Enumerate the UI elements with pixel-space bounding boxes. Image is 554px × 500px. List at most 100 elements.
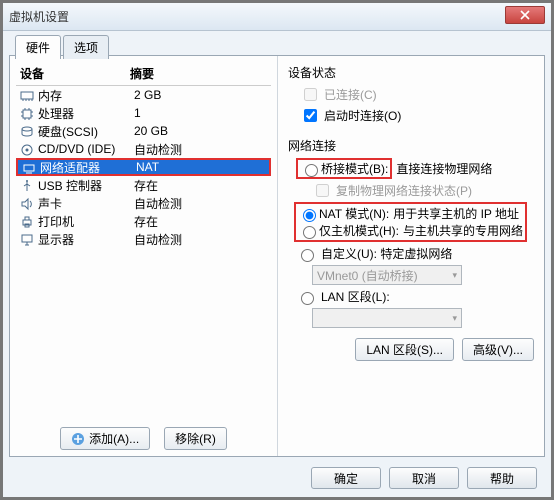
cd-icon <box>20 143 34 155</box>
close-icon <box>520 10 530 20</box>
settings-window: 虚拟机设置 硬件 选项 设备 摘要 内存2 GB处理器1硬盘(SCSI)20 G… <box>0 0 554 500</box>
device-buttons: 添加(A)... 移除(R) <box>16 421 271 450</box>
nat-label: NAT 模式(N): <box>319 205 389 222</box>
memory-icon <box>20 89 34 101</box>
network-group: 网络连接 桥接模式(B): 直接连接物理网络 复制物理网络连接状态(P) <box>288 137 534 361</box>
device-name: 内存 <box>38 87 134 104</box>
ok-button[interactable]: 确定 <box>311 467 381 489</box>
tab-options[interactable]: 选项 <box>63 35 109 59</box>
nat-row[interactable]: NAT 模式(N): 用于共享主机的 IP 地址 <box>298 205 523 222</box>
hostonly-radio[interactable] <box>303 226 316 239</box>
add-button[interactable]: 添加(A)... <box>60 427 150 450</box>
printer-icon <box>20 215 34 227</box>
advanced-button[interactable]: 高级(V)... <box>462 338 534 361</box>
device-summary: NAT <box>136 160 265 174</box>
device-name: USB 控制器 <box>38 177 134 194</box>
custom-label: 自定义(U): 特定虚拟网络 <box>321 245 452 262</box>
add-icon <box>71 432 85 446</box>
device-row[interactable]: 网络适配器NAT <box>16 158 271 176</box>
hostonly-label: 仅主机模式(H): <box>319 222 399 239</box>
advanced-label: 高级(V)... <box>473 341 523 358</box>
device-row[interactable]: CD/DVD (IDE)自动检测 <box>16 140 271 158</box>
device-name: 声卡 <box>38 195 134 212</box>
device-state-label: 设备状态 <box>288 64 534 81</box>
net-icon <box>22 161 36 173</box>
poweron-label: 启动时连接(O) <box>324 107 401 124</box>
device-summary: 1 <box>134 106 267 120</box>
right-buttons: LAN 区段(S)... 高级(V)... <box>288 338 534 361</box>
bridged-highlight: 桥接模式(B): <box>296 158 392 179</box>
device-state-group: 设备状态 已连接(C) 启动时连接(O) <box>288 64 534 125</box>
device-row[interactable]: 内存2 GB <box>16 86 271 104</box>
device-row[interactable]: 硬盘(SCSI)20 GB <box>16 122 271 140</box>
usb-icon <box>20 179 34 191</box>
col-device: 设备 <box>20 65 130 82</box>
replicate-input <box>316 184 329 197</box>
disk-icon <box>20 125 34 137</box>
device-summary: 自动检测 <box>134 231 267 248</box>
lan-segments-button[interactable]: LAN 区段(S)... <box>355 338 454 361</box>
custom-value: VMnet0 (自动桥接) <box>317 267 418 284</box>
device-name: 显示器 <box>38 231 134 248</box>
poweron-checkbox[interactable]: 启动时连接(O) <box>300 106 534 125</box>
tabs: 硬件 选项 <box>15 35 111 59</box>
window-title: 虚拟机设置 <box>9 8 69 25</box>
help-button[interactable]: 帮助 <box>467 467 537 489</box>
device-name: 硬盘(SCSI) <box>38 123 134 140</box>
cancel-label: 取消 <box>412 470 436 487</box>
custom-combo: VMnet0 (自动桥接) ▾ <box>312 265 462 285</box>
hostonly-desc: 与主机共享的专用网络 <box>403 222 523 239</box>
add-label: 添加(A)... <box>89 430 139 447</box>
device-summary: 存在 <box>134 213 267 230</box>
lan-combo: ▾ <box>312 308 462 328</box>
device-name: CD/DVD (IDE) <box>38 142 134 156</box>
bridged-label: 桥接模式(B): <box>321 160 388 177</box>
connected-checkbox: 已连接(C) <box>300 85 534 104</box>
close-button[interactable] <box>505 6 545 24</box>
tab-hardware[interactable]: 硬件 <box>15 35 61 59</box>
nat-desc: 用于共享主机的 IP 地址 <box>393 205 519 222</box>
titlebar: 虚拟机设置 <box>3 3 551 31</box>
device-summary: 20 GB <box>134 124 267 138</box>
device-row[interactable]: 处理器1 <box>16 104 271 122</box>
device-name: 处理器 <box>38 105 134 122</box>
nat-radio[interactable] <box>303 209 316 222</box>
device-list: 内存2 GB处理器1硬盘(SCSI)20 GBCD/DVD (IDE)自动检测网… <box>16 86 271 421</box>
connected-input <box>304 88 317 101</box>
help-label: 帮助 <box>490 470 514 487</box>
lan-row[interactable]: LAN 区段(L): <box>296 288 534 305</box>
chevron-down-icon: ▾ <box>452 270 457 281</box>
device-summary: 自动检测 <box>134 195 267 212</box>
device-row[interactable]: USB 控制器存在 <box>16 176 271 194</box>
bridged-desc: 直接连接物理网络 <box>396 160 492 177</box>
col-summary: 摘要 <box>130 65 267 82</box>
chevron-down-icon: ▾ <box>452 313 457 324</box>
device-summary: 存在 <box>134 177 267 194</box>
device-row[interactable]: 打印机存在 <box>16 212 271 230</box>
poweron-input[interactable] <box>304 109 317 122</box>
panel: 设备 摘要 内存2 GB处理器1硬盘(SCSI)20 GBCD/DVD (IDE… <box>9 55 545 457</box>
nat-host-highlight: NAT 模式(N): 用于共享主机的 IP 地址 仅主机模式(H): 与主机共享… <box>294 202 527 242</box>
ok-label: 确定 <box>334 470 358 487</box>
custom-radio[interactable] <box>301 249 314 262</box>
connected-label: 已连接(C) <box>324 86 377 103</box>
device-name: 打印机 <box>38 213 134 230</box>
custom-row[interactable]: 自定义(U): 特定虚拟网络 <box>296 245 534 262</box>
sound-icon <box>20 197 34 209</box>
device-summary: 2 GB <box>134 88 267 102</box>
device-row[interactable]: 显示器自动检测 <box>16 230 271 248</box>
device-summary: 自动检测 <box>134 141 267 158</box>
bridged-row[interactable]: 桥接模式(B): 直接连接物理网络 <box>296 158 534 179</box>
hostonly-row[interactable]: 仅主机模式(H): 与主机共享的专用网络 <box>298 222 523 239</box>
device-row[interactable]: 声卡自动检测 <box>16 194 271 212</box>
device-panel: 设备 摘要 内存2 GB处理器1硬盘(SCSI)20 GBCD/DVD (IDE… <box>10 56 278 456</box>
remove-button[interactable]: 移除(R) <box>164 427 227 450</box>
display-icon <box>20 233 34 245</box>
lan-radio[interactable] <box>301 292 314 305</box>
remove-label: 移除(R) <box>175 430 216 447</box>
cancel-button[interactable]: 取消 <box>389 467 459 489</box>
lan-label: LAN 区段(L): <box>321 288 390 305</box>
device-header: 设备 摘要 <box>16 62 271 86</box>
dialog-buttons: 确定 取消 帮助 <box>311 467 537 489</box>
bridged-radio[interactable] <box>305 164 318 177</box>
